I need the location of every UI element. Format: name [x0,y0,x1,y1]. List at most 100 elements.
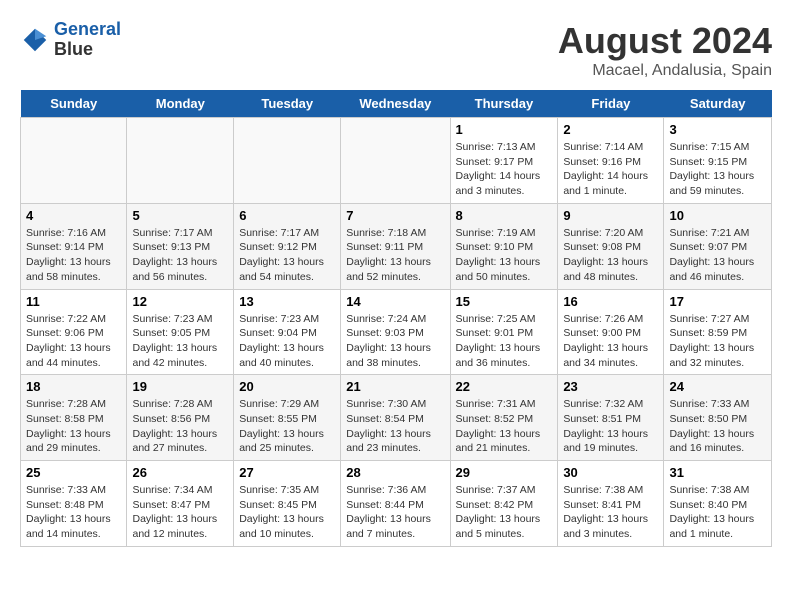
day-number: 8 [456,208,553,223]
day-info: Sunrise: 7:17 AM Sunset: 9:13 PM Dayligh… [132,226,228,285]
calendar-cell: 19 Sunrise: 7:28 AM Sunset: 8:56 PM Dayli… [127,375,234,461]
calendar-cell: 20 Sunrise: 7:29 AM Sunset: 8:55 PM Dayli… [234,375,341,461]
day-number: 23 [563,379,658,394]
day-number: 28 [346,465,444,480]
calendar-cell: 13 Sunrise: 7:23 AM Sunset: 9:04 PM Dayli… [234,289,341,375]
day-info: Sunrise: 7:30 AM Sunset: 8:54 PM Dayligh… [346,397,444,456]
day-number: 30 [563,465,658,480]
calendar-cell: 3Sunrise: 7:15 AM Sunset: 9:15 PM Daylig… [664,118,772,204]
calendar-cell [341,118,450,204]
page-subtitle: Macael, Andalusia, Spain [558,62,772,80]
day-info: Sunrise: 7:38 AM Sunset: 8:41 PM Dayligh… [563,483,658,542]
day-info: Sunrise: 7:21 AM Sunset: 9:07 PM Dayligh… [669,226,766,285]
calendar-cell: 26 Sunrise: 7:34 AM Sunset: 8:47 PM Dayli… [127,461,234,547]
day-info: Sunrise: 7:23 AM Sunset: 9:04 PM Dayligh… [239,312,335,371]
calendar-cell: 17Sunrise: 7:27 AM Sunset: 8:59 PM Dayli… [664,289,772,375]
logo-line1: General [54,19,121,39]
calendar-week-row: 4 Sunrise: 7:16 AM Sunset: 9:14 PM Daylig… [21,203,772,289]
calendar-cell: 27Sunrise: 7:35 AM Sunset: 8:45 PM Dayli… [234,461,341,547]
day-number: 1 [456,122,553,137]
day-number: 26 [132,465,228,480]
calendar-week-row: 11 Sunrise: 7:22 AM Sunset: 9:06 PM Dayli… [21,289,772,375]
day-info: Sunrise: 7:25 AM Sunset: 9:01 PM Dayligh… [456,312,553,371]
day-number: 19 [132,379,228,394]
title-block: August 2024 Macael, Andalusia, Spain [558,20,772,80]
calendar-cell: 25Sunrise: 7:33 AM Sunset: 8:48 PM Dayli… [21,461,127,547]
day-info: Sunrise: 7:29 AM Sunset: 8:55 PM Dayligh… [239,397,335,456]
calendar-cell: 28 Sunrise: 7:36 AM Sunset: 8:44 PM Dayli… [341,461,450,547]
day-number: 5 [132,208,228,223]
calendar-cell: 2 Sunrise: 7:14 AM Sunset: 9:16 PM Daylig… [558,118,664,204]
day-number: 2 [563,122,658,137]
calendar-cell: 21 Sunrise: 7:30 AM Sunset: 8:54 PM Dayli… [341,375,450,461]
day-number: 21 [346,379,444,394]
calendar-cell: 24 Sunrise: 7:33 AM Sunset: 8:50 PM Dayli… [664,375,772,461]
day-number: 29 [456,465,553,480]
day-number: 14 [346,294,444,309]
calendar-cell: 4 Sunrise: 7:16 AM Sunset: 9:14 PM Daylig… [21,203,127,289]
day-info: Sunrise: 7:34 AM Sunset: 8:47 PM Dayligh… [132,483,228,542]
day-info: Sunrise: 7:23 AM Sunset: 9:05 PM Dayligh… [132,312,228,371]
weekday-header-cell: Wednesday [341,90,450,118]
day-number: 22 [456,379,553,394]
day-number: 9 [563,208,658,223]
logo-line2: Blue [54,39,93,59]
day-info: Sunrise: 7:22 AM Sunset: 9:06 PM Dayligh… [26,312,121,371]
day-number: 4 [26,208,121,223]
day-number: 31 [669,465,766,480]
day-number: 17 [669,294,766,309]
calendar-body: 1 Sunrise: 7:13 AM Sunset: 9:17 PM Daylig… [21,118,772,547]
day-number: 25 [26,465,121,480]
day-info: Sunrise: 7:28 AM Sunset: 8:56 PM Dayligh… [132,397,228,456]
calendar-week-row: 1 Sunrise: 7:13 AM Sunset: 9:17 PM Daylig… [21,118,772,204]
calendar-cell [234,118,341,204]
day-number: 20 [239,379,335,394]
calendar-cell: 9 Sunrise: 7:20 AM Sunset: 9:08 PM Daylig… [558,203,664,289]
day-info: Sunrise: 7:36 AM Sunset: 8:44 PM Dayligh… [346,483,444,542]
day-info: Sunrise: 7:20 AM Sunset: 9:08 PM Dayligh… [563,226,658,285]
weekday-header-cell: Saturday [664,90,772,118]
day-number: 10 [669,208,766,223]
day-info: Sunrise: 7:19 AM Sunset: 9:10 PM Dayligh… [456,226,553,285]
logo: General Blue [20,20,121,60]
calendar-cell: 29 Sunrise: 7:37 AM Sunset: 8:42 PM Dayli… [450,461,558,547]
day-number: 24 [669,379,766,394]
calendar-cell: 30 Sunrise: 7:38 AM Sunset: 8:41 PM Dayli… [558,461,664,547]
calendar-cell: 16Sunrise: 7:26 AM Sunset: 9:00 PM Dayli… [558,289,664,375]
day-number: 11 [26,294,121,309]
day-number: 13 [239,294,335,309]
calendar-cell: 31 Sunrise: 7:38 AM Sunset: 8:40 PM Dayli… [664,461,772,547]
day-info: Sunrise: 7:18 AM Sunset: 9:11 PM Dayligh… [346,226,444,285]
day-number: 6 [239,208,335,223]
day-info: Sunrise: 7:37 AM Sunset: 8:42 PM Dayligh… [456,483,553,542]
day-number: 16 [563,294,658,309]
day-info: Sunrise: 7:14 AM Sunset: 9:16 PM Dayligh… [563,140,658,199]
calendar-cell: 22 Sunrise: 7:31 AM Sunset: 8:52 PM Dayli… [450,375,558,461]
calendar-cell: 7 Sunrise: 7:18 AM Sunset: 9:11 PM Daylig… [341,203,450,289]
logo-text: General Blue [54,20,121,60]
day-number: 27 [239,465,335,480]
calendar-cell: 23Sunrise: 7:32 AM Sunset: 8:51 PM Dayli… [558,375,664,461]
day-number: 18 [26,379,121,394]
day-info: Sunrise: 7:16 AM Sunset: 9:14 PM Dayligh… [26,226,121,285]
weekday-header-cell: Tuesday [234,90,341,118]
day-info: Sunrise: 7:13 AM Sunset: 9:17 PM Dayligh… [456,140,553,199]
day-info: Sunrise: 7:33 AM Sunset: 8:50 PM Dayligh… [669,397,766,456]
weekday-header-cell: Friday [558,90,664,118]
calendar-cell: 10 Sunrise: 7:21 AM Sunset: 9:07 PM Dayli… [664,203,772,289]
calendar-cell: 5 Sunrise: 7:17 AM Sunset: 9:13 PM Daylig… [127,203,234,289]
calendar-cell: 11 Sunrise: 7:22 AM Sunset: 9:06 PM Dayli… [21,289,127,375]
calendar-cell: 14Sunrise: 7:24 AM Sunset: 9:03 PM Dayli… [341,289,450,375]
page-title: August 2024 [558,20,772,62]
day-info: Sunrise: 7:38 AM Sunset: 8:40 PM Dayligh… [669,483,766,542]
weekday-header-cell: Sunday [21,90,127,118]
calendar-week-row: 25Sunrise: 7:33 AM Sunset: 8:48 PM Dayli… [21,461,772,547]
calendar-cell: 15Sunrise: 7:25 AM Sunset: 9:01 PM Dayli… [450,289,558,375]
day-number: 12 [132,294,228,309]
calendar-table: SundayMondayTuesdayWednesdayThursdayFrid… [20,90,772,547]
day-info: Sunrise: 7:17 AM Sunset: 9:12 PM Dayligh… [239,226,335,285]
day-info: Sunrise: 7:31 AM Sunset: 8:52 PM Dayligh… [456,397,553,456]
day-info: Sunrise: 7:28 AM Sunset: 8:58 PM Dayligh… [26,397,121,456]
day-number: 7 [346,208,444,223]
calendar-cell: 18 Sunrise: 7:28 AM Sunset: 8:58 PM Dayli… [21,375,127,461]
